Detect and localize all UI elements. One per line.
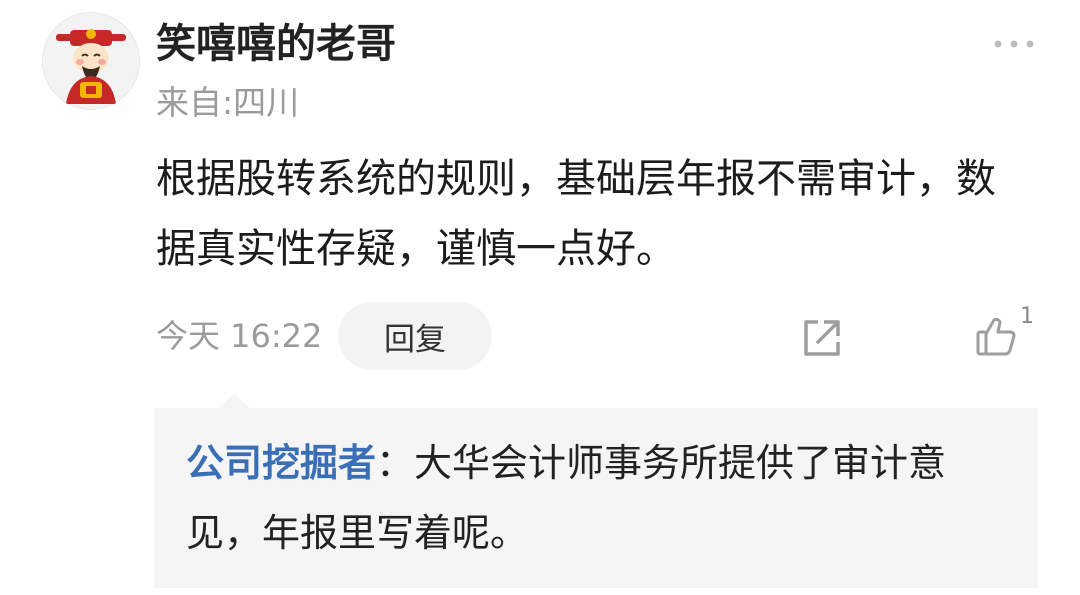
reply-box-pointer: [218, 394, 250, 408]
reply-separator: ：: [376, 441, 415, 485]
reply-author-link[interactable]: 公司挖掘者: [186, 441, 376, 485]
comment-text: 根据股转系统的规则，基础层年报不需审计，数据真实性存疑，谨慎一点好。: [156, 156, 996, 272]
like-count: 1: [1020, 304, 1034, 329]
avatar-god-of-wealth-image: [56, 29, 126, 104]
location-label: 来自:四川: [156, 83, 300, 122]
share-icon[interactable]: [798, 314, 846, 362]
comment-timestamp: 今天 16:22: [156, 317, 323, 355]
username[interactable]: 笑嘻嘻的老哥: [156, 14, 396, 74]
reply-button[interactable]: 回复: [338, 302, 492, 370]
more-dots-icon[interactable]: [990, 30, 1038, 58]
thumb-up-icon[interactable]: [972, 312, 1020, 360]
reply-content: 公司挖掘者：大华会计师事务所提供了审计意见，年报里写着呢。: [186, 428, 1016, 568]
avatar[interactable]: [42, 12, 140, 110]
